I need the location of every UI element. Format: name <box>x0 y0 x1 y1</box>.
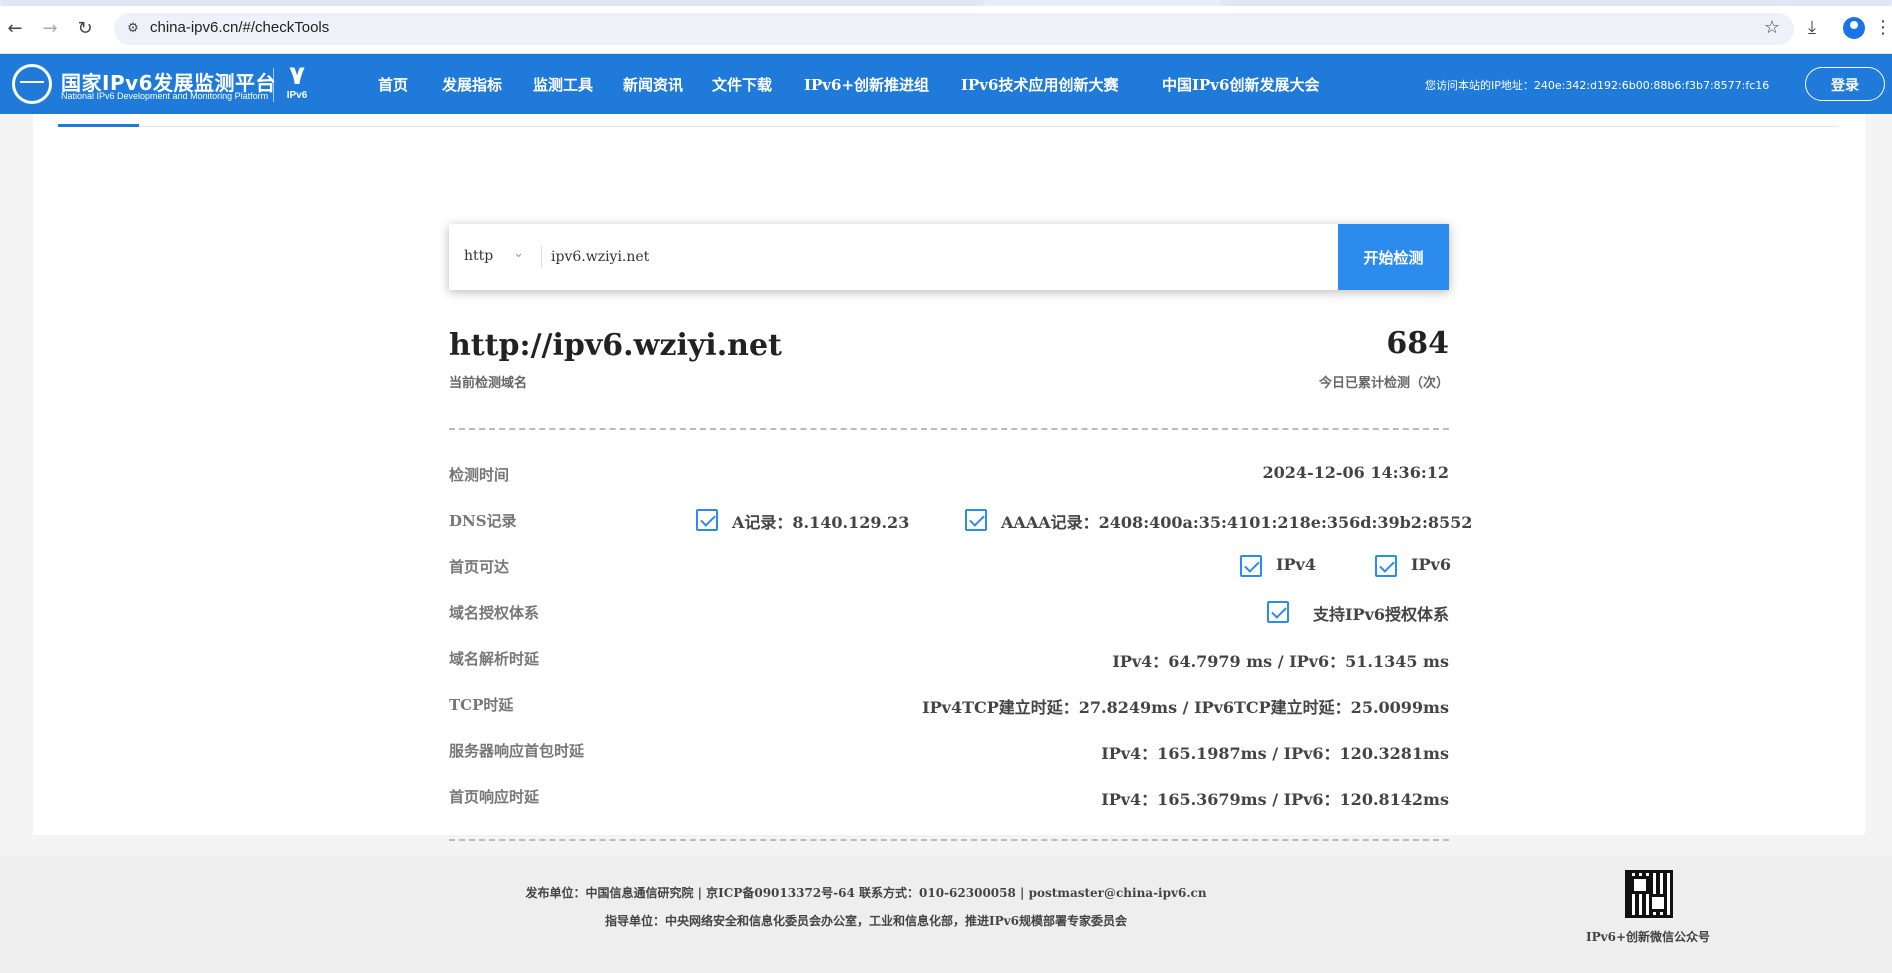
row-label-time: 检测时间 <box>449 466 510 484</box>
protocol-select[interactable]: http ⌄ <box>449 224 541 290</box>
row-label-auth: 域名授权体系 <box>449 604 540 622</box>
row-value-time: 2024-12-06 14:36:12 <box>1262 463 1449 482</box>
login-button[interactable]: 登录 <box>1805 67 1885 101</box>
row-label-page-response: 首页响应时延 <box>449 788 540 806</box>
address-bar[interactable]: ⚙ china-ipv6.cn/#/checkTools ☆ <box>114 13 1794 45</box>
row-label-dns-latency: 域名解析时延 <box>449 650 540 668</box>
row-value-auth: 支持IPv6授权体系 <box>1313 605 1449 624</box>
row-label-tcp: TCP时延 <box>449 696 514 714</box>
nav-ipv6-contest[interactable]: IPv6技术应用创新大赛 <box>961 74 1118 95</box>
nav-home[interactable]: 首页 <box>378 74 408 95</box>
wechat-qr-label: IPv6+创新微信公众号 <box>1586 930 1711 944</box>
nav-monitor-tools[interactable]: 监测工具 <box>533 74 593 95</box>
site-title-en: National IPv6 Development and Monitoring… <box>61 91 269 101</box>
row-value-tcp: IPv4TCP建立时延：27.8249ms / IPv6TCP建立时延：25.0… <box>922 698 1449 717</box>
reach-ipv4-check-icon <box>1240 555 1262 577</box>
nav-news[interactable]: 新闻资讯 <box>623 74 683 95</box>
reach-ipv6: IPv6 <box>1411 555 1451 574</box>
logo-divider <box>273 68 274 102</box>
dns-a-record: A记录：8.140.129.23 <box>732 513 910 532</box>
tab-divider <box>58 126 1838 127</box>
reach-ipv4: IPv4 <box>1276 555 1316 574</box>
domain-input[interactable] <box>549 240 1149 274</box>
dns-a-check-icon <box>696 509 718 531</box>
footer-publisher: 发布单位：中国信息通信研究院 | 京ICP备09013372号-64 联系方式：… <box>525 886 1207 900</box>
row-value-first-packet: IPv4：165.1987ms / IPv6：120.3281ms <box>1101 744 1449 763</box>
auth-check-icon <box>1267 601 1289 623</box>
browser-tab[interactable] <box>0 0 985 6</box>
row-label-first-packet: 服务器响应首包时延 <box>449 742 585 760</box>
url-text[interactable]: china-ipv6.cn/#/checkTools <box>150 19 329 36</box>
protocol-value: http <box>464 248 494 264</box>
nav-downloads[interactable]: 文件下载 <box>712 74 772 95</box>
site-footer: 发布单位：中国信息通信研究院 | 京ICP备09013372号-64 联系方式：… <box>0 856 1892 973</box>
check-form: http ⌄ 开始检测 <box>449 224 1449 290</box>
active-tab-indicator[interactable] <box>58 124 139 127</box>
site-logo-icon[interactable] <box>12 64 52 104</box>
nav-ipv6-conference[interactable]: 中国IPv6创新发展大会 <box>1162 74 1319 95</box>
check-count-label: 今日已累计检测（次） <box>1318 376 1449 391</box>
dns-aaaa-record: AAAA记录：2408:400a:35:4101:218e:356d:39b2:… <box>1001 513 1473 532</box>
row-value-page-response: IPv4：165.3679ms / IPv6：120.8142ms <box>1101 790 1449 809</box>
browser-toolbar: ← → ↻ ⚙ china-ipv6.cn/#/checkTools ☆ ⤓ ⋮ <box>0 0 1892 54</box>
dns-aaaa-check-icon <box>965 509 987 531</box>
row-label-reach: 首页可达 <box>449 558 510 576</box>
row-value-dns-latency: IPv4：64.7979 ms / IPv6：51.1345 ms <box>1112 652 1449 671</box>
profile-avatar-icon[interactable] <box>1843 17 1865 39</box>
dashed-divider <box>449 839 1449 841</box>
chevron-down-icon: ⌄ <box>513 246 524 261</box>
menu-more-icon[interactable]: ⋮ <box>1874 17 1892 38</box>
main-content <box>33 114 1865 835</box>
forward-arrow-icon[interactable]: → <box>39 18 61 40</box>
wechat-qr-code <box>1625 870 1673 918</box>
site-settings-icon[interactable]: ⚙ <box>124 20 142 38</box>
checked-domain: http://ipv6.wziyi.net <box>449 328 782 363</box>
ipv6-logo-label: IPv6 <box>286 90 308 101</box>
reload-icon[interactable]: ↻ <box>74 18 96 40</box>
check-count: 684 <box>1386 326 1449 361</box>
row-label-dns: DNS记录 <box>449 512 517 530</box>
ipv6-logo-icon: ٧ IPv6 <box>282 62 312 106</box>
tab-strip <box>0 0 1892 6</box>
nav-ipv6-plus[interactable]: IPv6+创新推进组 <box>804 74 929 95</box>
start-check-button[interactable]: 开始检测 <box>1338 224 1449 290</box>
footer-guidance: 指导单位：中央网络安全和信息化委员会办公室，工业和信息化部，推进IPv6规模部署… <box>605 914 1127 928</box>
visitor-ip-text: 您访问本站的IP地址：240e:342:d192:6b00:88b6:f3b7:… <box>1425 79 1770 92</box>
nav-indicators[interactable]: 发展指标 <box>442 74 502 95</box>
download-icon[interactable]: ⤓ <box>1808 17 1816 38</box>
select-divider <box>541 246 542 268</box>
dashed-divider <box>449 428 1449 430</box>
checked-domain-label: 当前检测域名 <box>449 376 528 391</box>
browser-tab[interactable] <box>1220 0 1892 6</box>
bookmark-star-icon[interactable]: ☆ <box>1764 17 1780 38</box>
reach-ipv6-check-icon <box>1375 555 1397 577</box>
site-header: 国家IPv6发展监测平台 National IPv6 Development a… <box>0 54 1892 114</box>
back-arrow-icon[interactable]: ← <box>4 18 26 40</box>
